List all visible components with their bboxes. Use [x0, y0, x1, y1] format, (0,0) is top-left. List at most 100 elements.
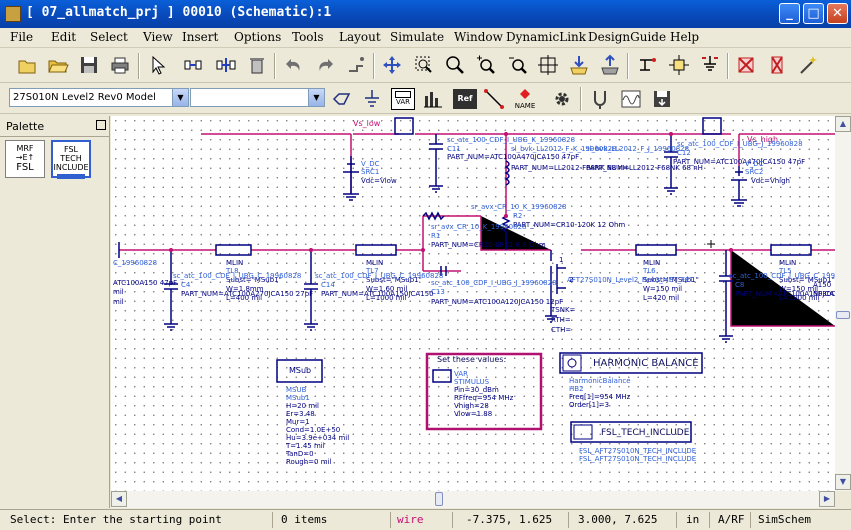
view-all-icon[interactable]: [535, 52, 561, 78]
vertical-scrollbar[interactable]: ▲ ▼: [835, 116, 851, 492]
short-icon[interactable]: [764, 52, 790, 78]
export-icon[interactable]: [649, 86, 675, 112]
minimize-button[interactable]: _: [779, 3, 800, 24]
name-icon[interactable]: NAME: [511, 86, 539, 112]
scroll-corner: [835, 491, 851, 508]
scroll-right-arrow-icon[interactable]: ▶: [819, 491, 835, 507]
menu-dynamiclink[interactable]: DynamicLink: [506, 30, 586, 44]
msub-params: MSUB MSub1 H=20 mil Er=3.48 Mur=1 Cond=1…: [286, 386, 349, 466]
ground-insert-icon[interactable]: [697, 52, 723, 78]
var-line: Vhigh=28: [454, 402, 489, 410]
menu-tools[interactable]: Tools: [292, 30, 324, 44]
push-into-hierarchy-icon[interactable]: [566, 52, 592, 78]
palette-panel: Palette MRF →E↑ FSL FSL TECH INCLUDE: [0, 116, 110, 508]
scroll-up-arrow-icon[interactable]: ▲: [835, 116, 851, 132]
open-folder-icon[interactable]: [45, 52, 71, 78]
var-line: VAR: [454, 370, 468, 378]
l-top2-part: sl_bvk_LL2012_F_J_19960828: [586, 145, 690, 153]
fet-pin-2: 2: [569, 276, 574, 284]
menu-help[interactable]: Help: [670, 30, 699, 44]
bar-chart-icon[interactable]: [420, 86, 446, 112]
palette-item-fsl-tech-include[interactable]: FSL TECH INCLUDE: [51, 140, 91, 179]
pop-out-hierarchy-icon[interactable]: [597, 52, 623, 78]
msub-line: MSub1: [286, 394, 310, 402]
horizontal-scroll-thumb[interactable]: [435, 492, 443, 506]
msub-block-label[interactable]: MSub: [289, 367, 311, 375]
distribute-icon[interactable]: [213, 52, 239, 78]
align-icon[interactable]: [180, 52, 206, 78]
var-line: Pin=30_dBm: [454, 386, 499, 394]
msub-line: Hu=3.9e+034 mil: [286, 434, 350, 442]
fsl-line: FSL_AFT27S010N_TECH_INCLUDE: [579, 455, 697, 463]
gear-icon[interactable]: [549, 86, 575, 112]
magic-wand-icon[interactable]: [795, 52, 821, 78]
var-line: RFfreq=954 MHz: [454, 394, 514, 402]
select-arrow-icon[interactable]: [145, 52, 171, 78]
close-button[interactable]: ✕: [827, 3, 848, 24]
save-icon[interactable]: [76, 52, 102, 78]
zoom-out-icon[interactable]: [505, 52, 531, 78]
hb-params: HarmonicBalance HB2 Freq[1]=954 MHz Orde…: [569, 377, 631, 409]
pin-icon[interactable]: [635, 52, 661, 78]
palette-item-label: →E↑: [15, 153, 35, 162]
fet-tsnk: TSNK=: [551, 306, 576, 314]
menu-designguide[interactable]: DesignGuide: [588, 30, 666, 44]
menu-layout[interactable]: Layout: [339, 30, 381, 44]
tl6-name: MLIN: [643, 259, 661, 267]
src1-name: V_DC: [361, 160, 380, 168]
redo-icon[interactable]: [312, 52, 338, 78]
zoom-area-icon[interactable]: [411, 52, 437, 78]
scroll-down-arrow-icon[interactable]: ▼: [835, 474, 851, 490]
menu-edit[interactable]: Edit: [51, 30, 76, 44]
palette-item-label: TECH: [60, 154, 82, 163]
schematic-canvas[interactable]: Vs_low Vs_high V_DC SRC1 Vdc=Vlow sc_atc…: [111, 116, 835, 491]
ground-icon[interactable]: [359, 86, 385, 112]
menu-view[interactable]: View: [143, 30, 173, 44]
undo-icon[interactable]: [281, 52, 307, 78]
fsl-block-title[interactable]: FSL_TECH_INCLUDE: [601, 428, 689, 438]
maximize-button[interactable]: □: [803, 3, 824, 24]
chevron-down-icon[interactable]: ▼: [172, 89, 188, 106]
rotate-icon[interactable]: [343, 52, 369, 78]
tl-left-name: MLIN: [226, 259, 244, 267]
hb-block-title[interactable]: HARMONIC BALANCE: [593, 358, 699, 369]
r2-id: R2: [513, 212, 523, 220]
status-mode: wire: [397, 513, 424, 526]
menu-simulate[interactable]: Simulate: [390, 30, 444, 44]
left-edge-label: mil: [113, 298, 124, 306]
print-icon[interactable]: [107, 52, 133, 78]
tuning-fork-icon[interactable]: [587, 86, 613, 112]
waveform-icon[interactable]: [618, 86, 644, 112]
wire-label-icon[interactable]: [666, 52, 692, 78]
chevron-down-icon[interactable]: ▼: [308, 89, 324, 106]
port-icon[interactable]: [329, 86, 355, 112]
var-params[interactable]: VAR STIMULUS Pin=30_dBm RFfreq=954 MHz V…: [454, 370, 513, 418]
window-title: [ 07_allmatch_prj ] 00010 (Schematic):1: [26, 5, 332, 20]
delete-trash-icon[interactable]: [244, 52, 270, 78]
palette-item-mrf-fsl[interactable]: MRF →E↑ FSL: [5, 140, 45, 178]
menu-window[interactable]: Window: [454, 30, 503, 44]
new-icon[interactable]: [14, 52, 40, 78]
menu-file[interactable]: File: [10, 30, 33, 44]
scroll-left-arrow-icon[interactable]: ◀: [111, 491, 127, 507]
zoom-icon[interactable]: [442, 52, 468, 78]
var-icon[interactable]: VAR: [389, 86, 417, 112]
deactivate-icon[interactable]: [733, 52, 759, 78]
menu-select[interactable]: Select: [90, 30, 128, 44]
vertical-scroll-thumb[interactable]: [836, 311, 850, 319]
c12-part: sc_atc_100_CDF_I_UBG_J_19960828: [677, 140, 803, 148]
ref-label: Ref: [453, 89, 477, 109]
zoom-in-icon[interactable]: [473, 52, 499, 78]
reference-icon[interactable]: Ref: [451, 86, 479, 112]
component-combo[interactable]: ▼: [190, 88, 325, 107]
palette-item-label: FSL: [16, 162, 34, 173]
net-label-vs-low[interactable]: Vs_low: [353, 120, 380, 128]
wire-icon[interactable]: [481, 86, 507, 112]
library-combo[interactable]: 27S010N Level2 Rev0 Model ▼: [9, 88, 189, 107]
horizontal-scrollbar[interactable]: ◀ ▶: [111, 491, 835, 508]
palette-undock-icon[interactable]: [96, 120, 106, 130]
move-icon[interactable]: [379, 52, 405, 78]
menu-options[interactable]: Options: [234, 30, 281, 44]
menu-insert[interactable]: Insert: [182, 30, 218, 44]
tl-mid-name: MLIN: [366, 259, 384, 267]
